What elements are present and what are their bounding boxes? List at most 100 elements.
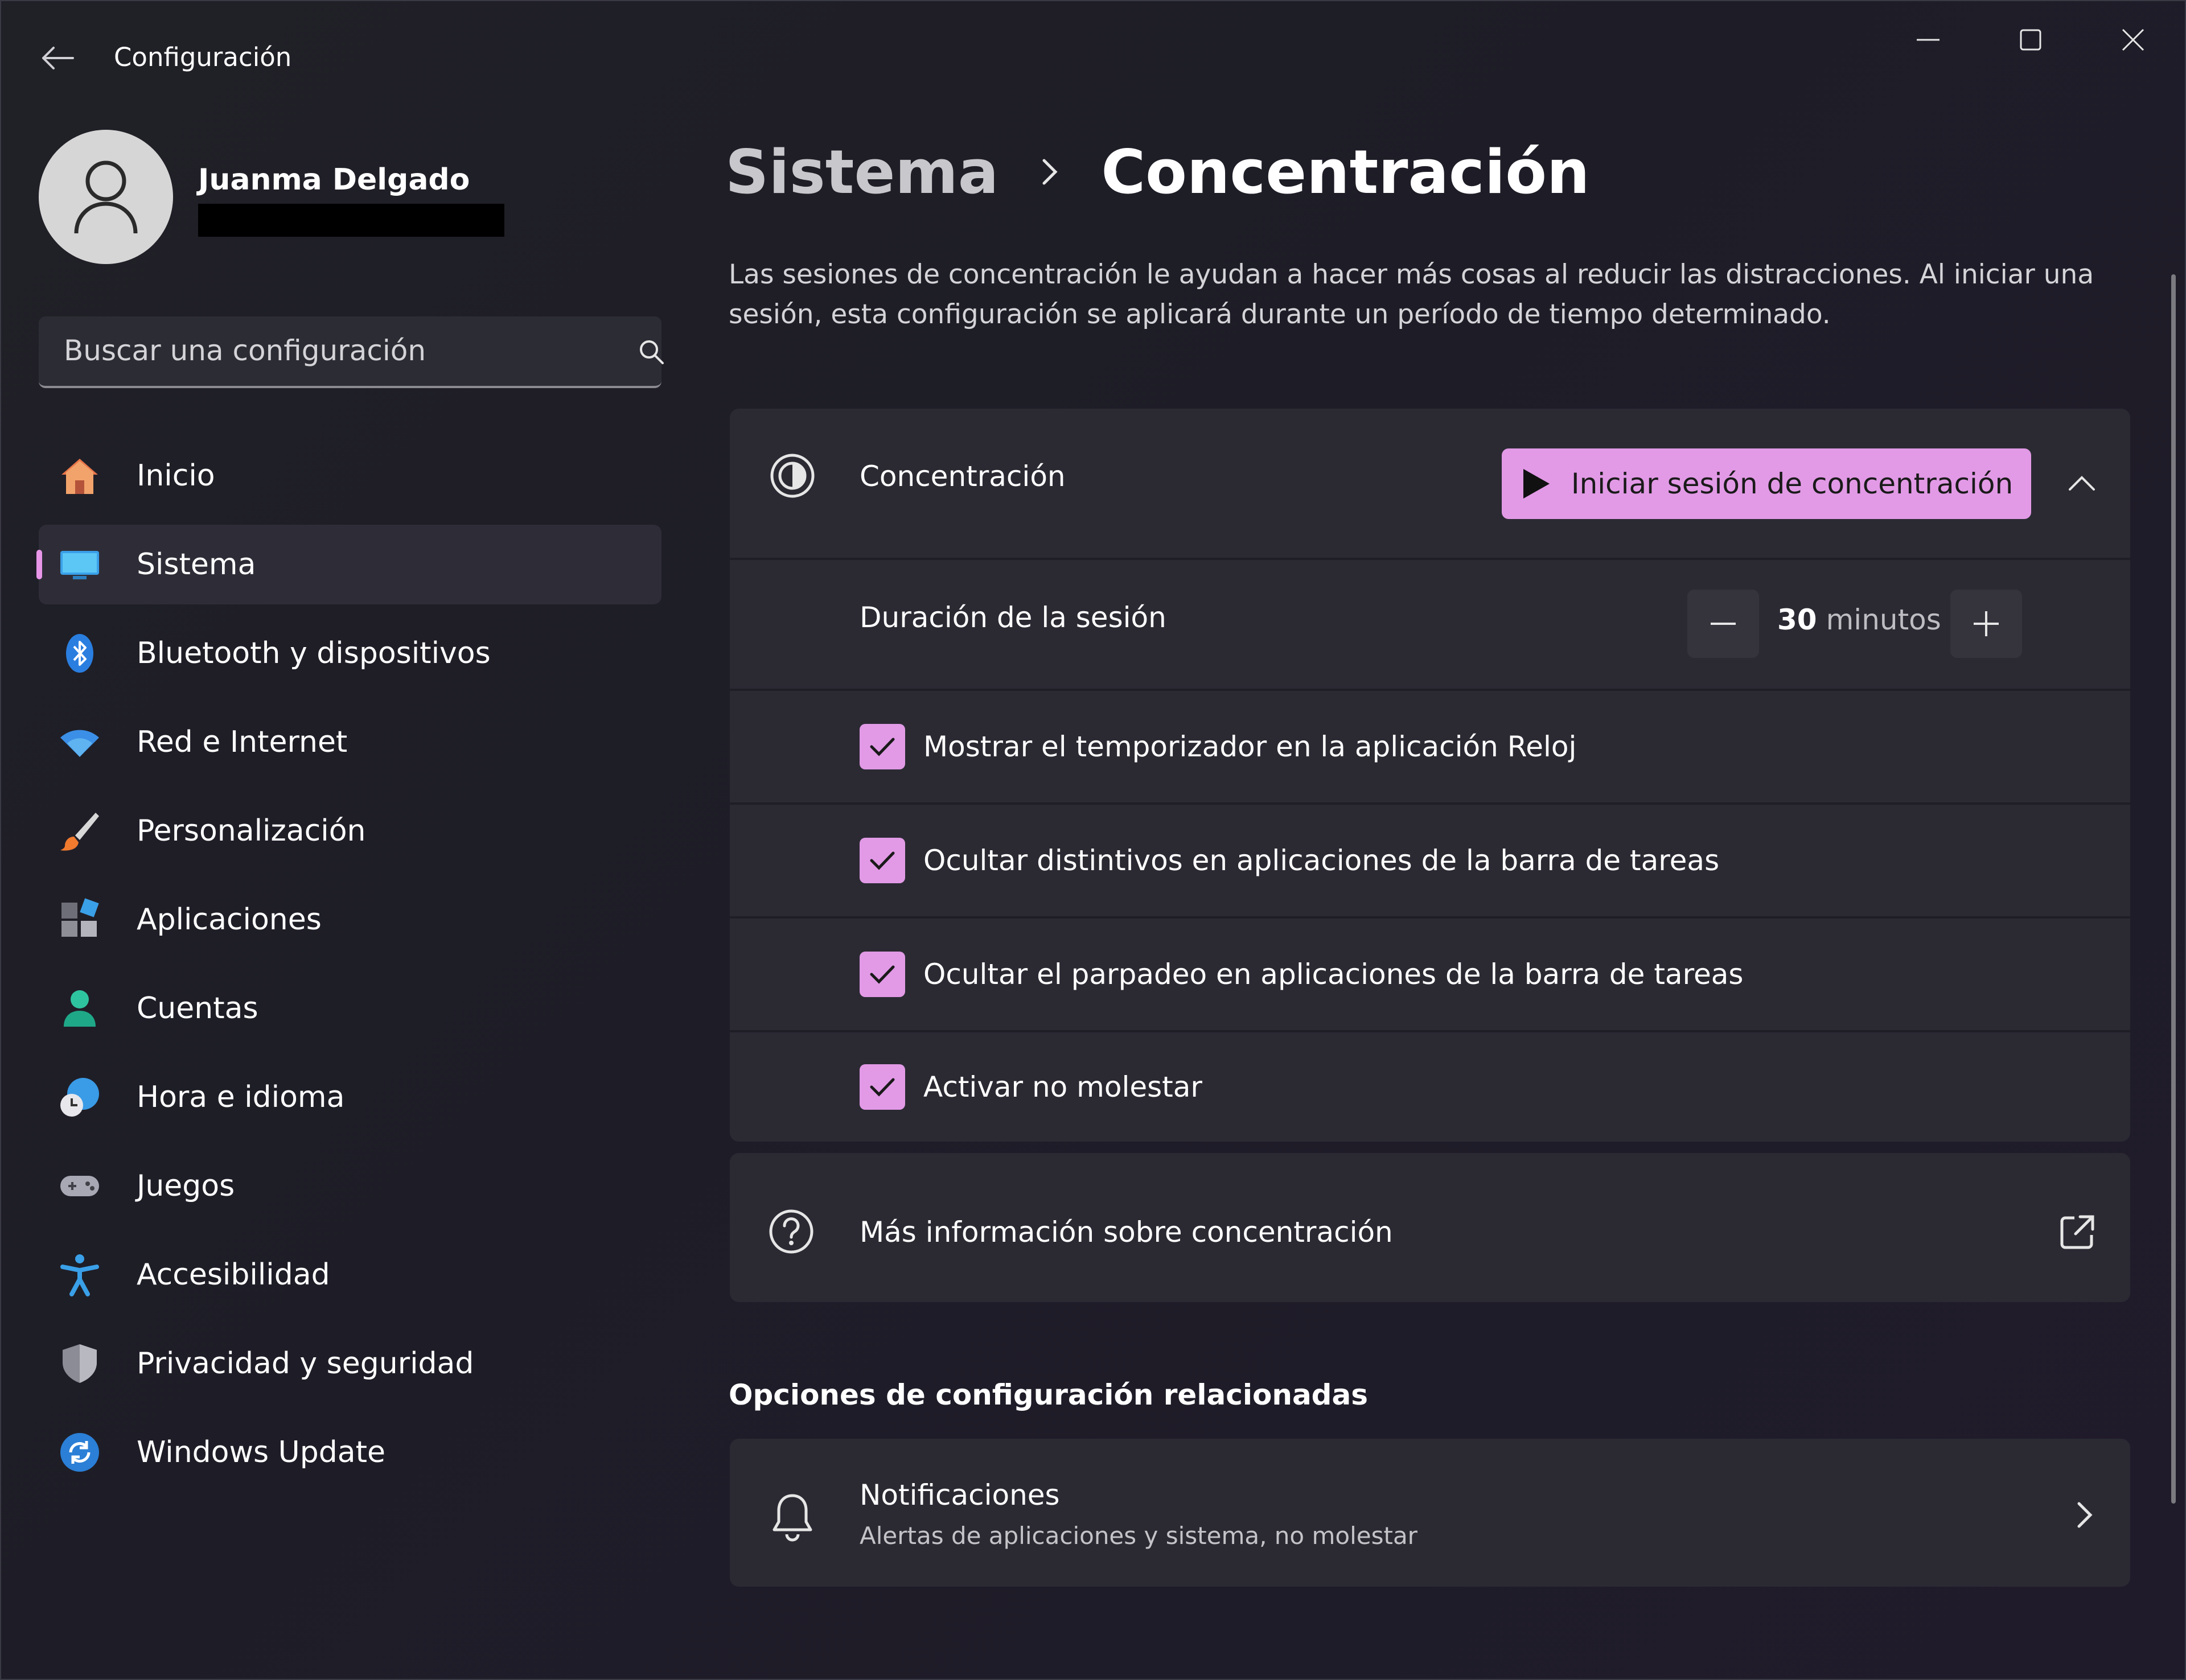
option-label: Ocultar distintivos en aplicaciones de l… [923, 844, 1720, 877]
focus-header-row[interactable]: Concentración Iniciar sesión de concentr… [730, 409, 2130, 558]
apps-icon [58, 898, 101, 941]
sidebar-item-red[interactable]: Red e Internet [39, 702, 661, 782]
duration-number: 30 [1777, 603, 1817, 636]
play-icon [1523, 469, 1550, 499]
avatar[interactable] [39, 130, 173, 264]
sidebar-item-label: Inicio [137, 459, 215, 493]
person-outline-icon [74, 160, 138, 234]
sidebar-item-label: Windows Update [137, 1435, 385, 1469]
sidebar-nav: Inicio Sistema Bluetooth y dispositivos … [36, 436, 661, 1501]
do-not-disturb-option[interactable]: Activar no molestar [860, 1064, 1202, 1110]
checkmark-icon [870, 1078, 895, 1097]
sidebar-item-juegos[interactable]: Juegos [39, 1146, 661, 1226]
notifications-subtitle: Alertas de aplicaciones y sistema, no mo… [860, 1522, 1417, 1550]
sidebar-item-personalizacion[interactable]: Personalización [39, 791, 661, 871]
sidebar-item-accesibilidad[interactable]: Accesibilidad [39, 1235, 661, 1315]
minimize-button[interactable] [1894, 17, 1962, 63]
option-label: Mostrar el temporizador en la aplicación… [923, 730, 1577, 763]
profile-email-redacted [198, 204, 504, 237]
option-label: Activar no molestar [923, 1070, 1202, 1103]
sidebar-item-label: Hora e idioma [137, 1080, 345, 1114]
sidebar-item-label: Cuentas [137, 991, 258, 1026]
shield-icon [58, 1342, 101, 1385]
more-info-label: Más información sobre concentración [860, 1216, 1393, 1249]
sidebar-item-label: Personalización [137, 814, 366, 848]
collapse-button[interactable] [2056, 458, 2107, 509]
minimize-icon [1917, 39, 1940, 41]
page-title: Concentración [1101, 137, 1590, 207]
option-row: Mostrar el temporizador en la aplicación… [730, 691, 2130, 802]
sidebar-item-label: Red e Internet [137, 725, 348, 759]
notifications-card[interactable]: Notificaciones Alertas de aplicaciones y… [730, 1439, 2130, 1587]
hide-badges-option[interactable]: Ocultar distintivos en aplicaciones de l… [860, 838, 1719, 883]
show-timer-option[interactable]: Mostrar el temporizador en la aplicación… [860, 724, 1576, 769]
increase-duration-button[interactable] [1950, 590, 2022, 658]
focus-card: Concentración Iniciar sesión de concentr… [730, 409, 2130, 1142]
bell-icon [773, 1494, 812, 1542]
sidebar-item-label: Bluetooth y dispositivos [137, 636, 491, 670]
more-info-card[interactable]: Más información sobre concentración [730, 1153, 2130, 1302]
back-button[interactable] [36, 38, 77, 79]
checkmark-icon [870, 965, 895, 984]
sidebar-item-cuentas[interactable]: Cuentas [39, 969, 661, 1048]
open-external-icon [2060, 1215, 2094, 1249]
duration-unit: minutos [1826, 603, 1941, 636]
sidebar-item-label: Juegos [137, 1169, 235, 1203]
plus-icon [1974, 611, 1999, 636]
sidebar-item-label: Privacidad y seguridad [137, 1347, 474, 1381]
sidebar-item-aplicaciones[interactable]: Aplicaciones [39, 880, 661, 960]
scrollbar[interactable] [2171, 274, 2176, 1504]
focus-label: Concentración [860, 460, 1066, 493]
focus-icon [770, 454, 815, 498]
option-label: Ocultar el parpadeo en aplicaciones de l… [923, 958, 1744, 991]
search-box[interactable] [39, 316, 664, 388]
search-icon[interactable] [636, 337, 666, 367]
close-button[interactable] [2099, 17, 2167, 63]
page-description: Las sesiones de concentración le ayudan … [729, 259, 2094, 330]
sidebar-item-hora[interactable]: Hora e idioma [39, 1057, 661, 1137]
decrease-duration-button[interactable] [1687, 590, 1759, 658]
sidebar-item-bluetooth[interactable]: Bluetooth y dispositivos [39, 613, 661, 693]
title-bar: Configuración [1, 1, 2185, 113]
chevron-up-icon [2069, 476, 2095, 491]
checkbox-checked[interactable] [860, 724, 905, 769]
chevron-right-icon [1027, 155, 1073, 189]
sidebar-item-inicio[interactable]: Inicio [39, 436, 661, 516]
breadcrumb-parent[interactable]: Sistema [725, 137, 999, 207]
minus-icon [1711, 623, 1736, 625]
person-icon [58, 987, 101, 1030]
app-title: Configuración [114, 42, 292, 72]
maximize-button[interactable] [1996, 17, 2065, 63]
related-settings-heading: Opciones de configuración relacionadas [729, 1378, 1368, 1411]
checkmark-icon [870, 738, 895, 756]
duration-value: 30 minutos [1777, 603, 1941, 636]
sidebar-item-windows-update[interactable]: Windows Update [39, 1413, 661, 1492]
sidebar-item-sistema[interactable]: Sistema [36, 525, 661, 604]
help-icon [769, 1209, 813, 1254]
option-row: Ocultar el parpadeo en aplicaciones de l… [730, 919, 2130, 1030]
breadcrumb: Sistema Concentración [725, 126, 1590, 217]
duration-label: Duración de la sesión [860, 601, 1166, 634]
maximize-icon [2020, 29, 2041, 51]
start-focus-session-label: Iniciar sesión de concentración [1571, 467, 2014, 500]
checkbox-checked[interactable] [860, 952, 905, 997]
checkbox-checked[interactable] [860, 1064, 905, 1110]
accessibility-icon [58, 1253, 101, 1296]
sidebar-item-label: Aplicaciones [137, 903, 322, 937]
hide-flashing-option[interactable]: Ocultar el parpadeo en aplicaciones de l… [860, 952, 1743, 997]
settings-window: Configuración Juanma Delgado Inicio [0, 0, 2186, 1680]
sidebar-item-label: Sistema [137, 547, 256, 582]
arrow-left-icon [42, 47, 74, 69]
wifi-icon [58, 720, 101, 764]
profile-name: Juanma Delgado [198, 163, 470, 197]
gamepad-icon [58, 1164, 101, 1208]
sidebar-item-privacidad[interactable]: Privacidad y seguridad [39, 1324, 661, 1403]
option-row: Ocultar distintivos en aplicaciones de l… [730, 805, 2130, 916]
chevron-right-icon [2077, 1502, 2093, 1528]
search-input[interactable] [64, 316, 576, 385]
start-focus-session-button[interactable]: Iniciar sesión de concentración [1502, 448, 2031, 519]
duration-row: Duración de la sesión 30 minutos [730, 560, 2130, 689]
brush-icon [58, 809, 101, 853]
checkbox-checked[interactable] [860, 838, 905, 883]
option-row: Activar no molestar [730, 1032, 2130, 1142]
